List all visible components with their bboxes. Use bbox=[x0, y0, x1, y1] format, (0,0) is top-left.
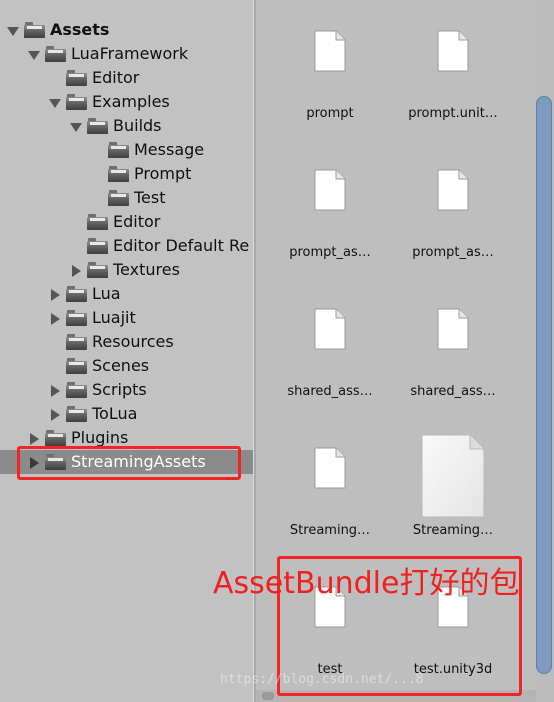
file-icon bbox=[437, 308, 469, 350]
tree-item-label: Scenes bbox=[92, 356, 150, 375]
tree-item-label: LuaFramework bbox=[71, 44, 189, 63]
tree-item-label: Test bbox=[134, 188, 166, 207]
vertical-scrollbar[interactable] bbox=[536, 0, 554, 702]
tree-item-resources[interactable]: Resources bbox=[0, 330, 253, 354]
asset-item[interactable]: Streaming… bbox=[270, 439, 390, 569]
collapsed-arrow-icon[interactable] bbox=[51, 289, 60, 301]
collapsed-arrow-icon[interactable] bbox=[72, 265, 81, 277]
file-icon bbox=[314, 308, 346, 350]
tree-item-editor[interactable]: Editor bbox=[0, 66, 253, 90]
tree-item-label: Editor Default Re bbox=[113, 236, 250, 255]
asset-name: prompt_as… bbox=[289, 245, 371, 260]
assetbundle-annotation: AssetBundle打好的包 bbox=[213, 566, 520, 601]
file-icon bbox=[314, 169, 346, 211]
folder-icon bbox=[66, 406, 87, 422]
asset-item[interactable]: prompt bbox=[270, 22, 390, 152]
tree-item-prompt[interactable]: Prompt bbox=[0, 162, 253, 186]
tree-item-lua[interactable]: Lua bbox=[0, 282, 253, 306]
tree-item-luaframework[interactable]: LuaFramework bbox=[0, 42, 253, 66]
asset-name: prompt.unit… bbox=[408, 106, 498, 121]
tree-item-label: Prompt bbox=[134, 164, 192, 183]
tree-item-builds[interactable]: Builds bbox=[0, 114, 253, 138]
folder-icon bbox=[66, 334, 87, 350]
tree-item-editor-default-re[interactable]: Editor Default Re bbox=[0, 234, 253, 258]
asset-name: Streaming… bbox=[289, 523, 371, 538]
tree-item-message[interactable]: Message bbox=[0, 138, 253, 162]
tree-item-examples[interactable]: Examples bbox=[0, 90, 253, 114]
tree-item-textures[interactable]: Textures bbox=[0, 258, 253, 282]
folder-icon bbox=[66, 94, 87, 110]
collapsed-arrow-icon[interactable] bbox=[51, 409, 60, 421]
asset-name: Streaming… bbox=[412, 523, 494, 538]
asset-item[interactable]: Streaming… bbox=[393, 434, 513, 569]
folder-icon bbox=[87, 238, 108, 254]
asset-name: prompt_as… bbox=[412, 245, 494, 260]
folder-icon bbox=[108, 190, 129, 206]
asset-name: shared_ass… bbox=[287, 384, 373, 399]
folder-icon bbox=[108, 142, 129, 158]
expanded-arrow-icon[interactable] bbox=[70, 123, 82, 132]
tree-item-tolua[interactable]: ToLua bbox=[0, 402, 253, 426]
tree-item-label: Resources bbox=[92, 332, 174, 351]
tree-item-label: Lua bbox=[92, 284, 121, 303]
collapsed-arrow-icon[interactable] bbox=[51, 385, 60, 397]
expanded-arrow-icon[interactable] bbox=[7, 27, 19, 36]
tree-item-scripts[interactable]: Scripts bbox=[0, 378, 253, 402]
folder-icon bbox=[87, 118, 108, 134]
tree-item-assets[interactable]: Assets bbox=[0, 18, 253, 42]
folder-icon bbox=[66, 382, 87, 398]
file-icon bbox=[437, 30, 469, 72]
folder-icon bbox=[66, 70, 87, 86]
folder-icon bbox=[87, 214, 108, 230]
file-icon bbox=[437, 169, 469, 211]
tree-item-editor[interactable]: Editor bbox=[0, 210, 253, 234]
collapsed-arrow-icon[interactable] bbox=[30, 433, 39, 445]
tree-item-label: Message bbox=[134, 140, 205, 159]
asset-item[interactable]: shared_ass… bbox=[270, 300, 390, 430]
tree-item-label: Luajit bbox=[92, 308, 136, 327]
expanded-arrow-icon[interactable] bbox=[28, 51, 40, 60]
file-icon bbox=[314, 447, 346, 489]
tree-item-label: Plugins bbox=[71, 428, 129, 447]
folder-icon bbox=[108, 166, 129, 182]
scrollbar-thumb[interactable] bbox=[536, 96, 552, 674]
tree-item-label: Editor bbox=[113, 212, 161, 231]
tree-item-scenes[interactable]: Scenes bbox=[0, 354, 253, 378]
expanded-arrow-icon[interactable] bbox=[49, 99, 61, 108]
asset-item[interactable]: prompt.unit… bbox=[393, 22, 513, 152]
streamingassets-highlight-box bbox=[17, 446, 241, 480]
folder-icon bbox=[87, 262, 108, 278]
tree-item-label: Assets bbox=[50, 20, 110, 39]
tree-item-label: Builds bbox=[113, 116, 162, 135]
folder-icon bbox=[45, 46, 66, 62]
asset-item[interactable]: prompt_as… bbox=[393, 161, 513, 291]
tree-item-label: Textures bbox=[113, 260, 180, 279]
tree-item-luajit[interactable]: Luajit bbox=[0, 306, 253, 330]
collapsed-arrow-icon[interactable] bbox=[51, 313, 60, 325]
tree-item-label: Scripts bbox=[92, 380, 147, 399]
folder-icon bbox=[66, 358, 87, 374]
folder-icon bbox=[24, 22, 45, 38]
file-icon bbox=[314, 30, 346, 72]
tree-item-label: ToLua bbox=[92, 404, 138, 423]
manifest-file-icon bbox=[420, 433, 486, 519]
tree-item-test[interactable]: Test bbox=[0, 186, 253, 210]
folder-icon bbox=[45, 430, 66, 446]
hscrollbar-thumb[interactable] bbox=[262, 692, 274, 700]
asset-item[interactable]: prompt_as… bbox=[270, 161, 390, 291]
folder-icon bbox=[66, 286, 87, 302]
tree-item-label: Examples bbox=[92, 92, 170, 111]
asset-name: shared_ass… bbox=[410, 384, 496, 399]
asset-item[interactable]: shared_ass… bbox=[393, 300, 513, 430]
watermark: https://blog.csdn.net/...8 bbox=[220, 672, 424, 687]
tree-item-label: Editor bbox=[92, 68, 140, 87]
asset-name: prompt bbox=[306, 106, 354, 121]
folder-icon bbox=[66, 310, 87, 326]
